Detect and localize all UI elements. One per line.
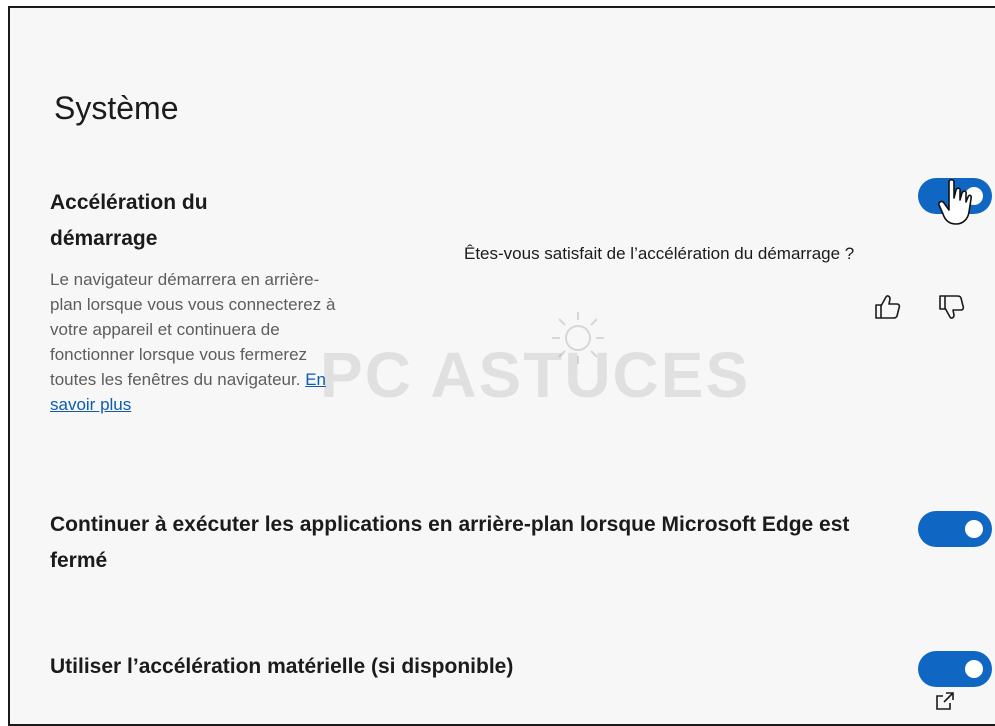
watermark-text: PC ASTUCES <box>320 339 751 411</box>
toggle-knob <box>965 660 983 678</box>
watermark: PC ASTUCES <box>320 308 748 428</box>
system-settings-panel: Système Accélération du démarrage Le nav… <box>50 8 995 710</box>
startup-boost-toggle[interactable] <box>918 178 992 214</box>
thumbs-down-button[interactable] <box>936 292 966 322</box>
thumbs-up-icon <box>875 295 901 319</box>
hardware-acceleration-label: Utiliser l’accélération matérielle (si d… <box>50 655 514 678</box>
thumbs-down-icon <box>939 295 965 319</box>
thumbs-up-button[interactable] <box>872 292 902 322</box>
hardware-acceleration-toggle[interactable] <box>918 651 992 687</box>
toggle-knob <box>965 520 983 538</box>
settings-window: Système Accélération du démarrage Le nav… <box>8 6 995 726</box>
feedback-question: Êtes-vous satisfait de l’accélération du… <box>464 244 855 263</box>
startup-boost-title: Accélération du démarrage <box>50 191 208 250</box>
startup-boost-description-text: Le navigateur démarrera en arrière-plan … <box>50 270 336 389</box>
background-apps-toggle[interactable] <box>918 511 992 547</box>
external-link-icon[interactable] <box>934 690 956 712</box>
startup-boost-description: Le navigateur démarrera en arrière-plan … <box>50 267 350 417</box>
toggle-knob <box>965 187 983 205</box>
watermark-sun-icon <box>552 312 604 364</box>
background-apps-label: Continuer à exécuter les applications en… <box>50 513 850 572</box>
section-title: Système <box>54 90 179 126</box>
